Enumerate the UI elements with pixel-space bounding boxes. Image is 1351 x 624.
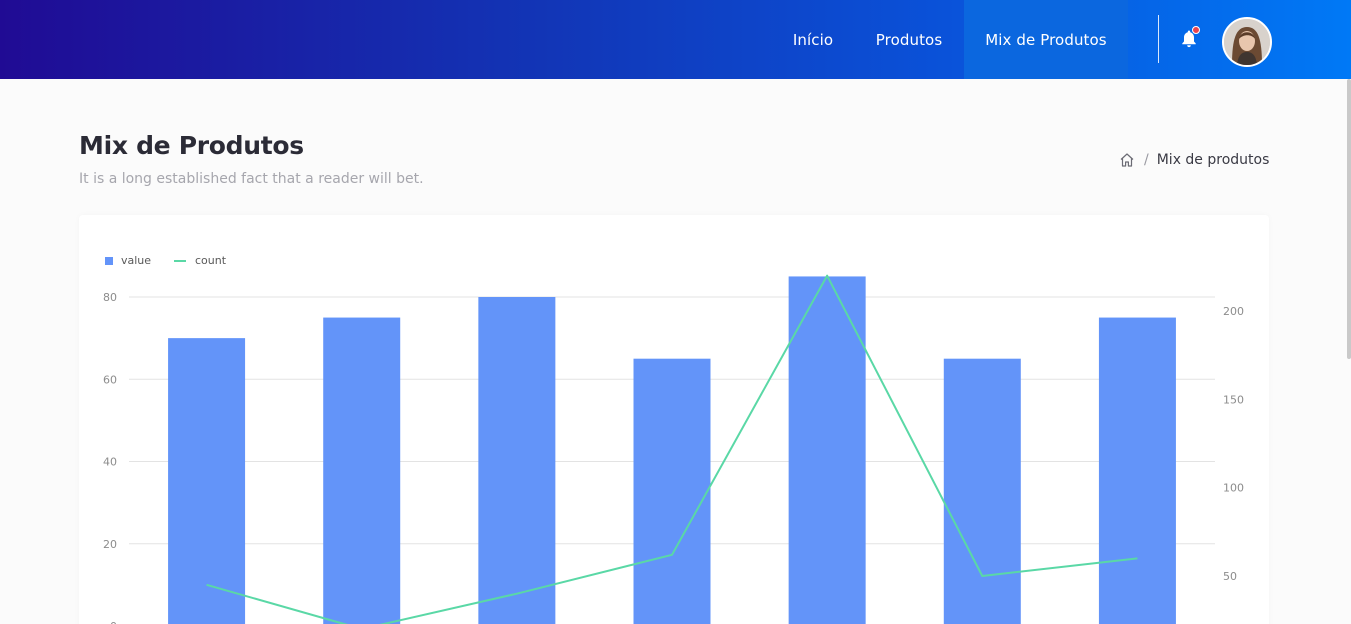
home-icon[interactable] <box>1119 152 1135 168</box>
y-left-tick-label: 40 <box>103 456 117 469</box>
breadcrumb-separator: / <box>1144 152 1149 168</box>
y-left-tick-label: 80 <box>103 291 117 304</box>
nav-item-mix-de-produtos[interactable]: Mix de Produtos <box>964 0 1128 79</box>
avatar-portrait-icon <box>1224 19 1270 65</box>
y-left-tick-label: 0 <box>110 620 117 624</box>
notification-badge <box>1192 26 1200 34</box>
y-right-tick-label: 200 <box>1223 305 1244 318</box>
legend-value-label: value <box>121 254 151 267</box>
legend-value-swatch <box>105 257 113 265</box>
bar <box>633 358 711 624</box>
chart-card: value count 0 20 40 60 80 50 100 150 200 <box>79 215 1269 624</box>
bar <box>168 338 246 624</box>
bar <box>943 358 1021 624</box>
bar <box>1098 317 1176 624</box>
y-right-tick-label: 150 <box>1223 393 1244 406</box>
nav-item-inicio[interactable]: Início <box>774 0 852 79</box>
y-left-tick-label: 20 <box>103 538 117 551</box>
breadcrumb: / Mix de produtos <box>1119 152 1269 168</box>
mixed-bar-line-chart: value count 0 20 40 60 80 50 100 150 200 <box>103 254 1244 624</box>
bar <box>323 317 401 624</box>
legend-count-label: count <box>195 254 227 267</box>
y-right-tick-label: 50 <box>1223 570 1237 583</box>
user-avatar[interactable] <box>1222 17 1272 67</box>
page-scrollbar[interactable] <box>1347 79 1351 359</box>
top-navigation-bar: Início Produtos Mix de Produtos <box>0 0 1351 79</box>
y-left-tick-label: 60 <box>103 373 117 386</box>
bar <box>478 297 556 624</box>
page-title: Mix de Produtos <box>79 131 304 160</box>
nav-item-produtos[interactable]: Produtos <box>863 0 955 79</box>
page-subtitle: It is a long established fact that a rea… <box>79 171 424 187</box>
nav-divider <box>1158 15 1159 63</box>
breadcrumb-current: Mix de produtos <box>1156 152 1270 168</box>
y-right-tick-label: 100 <box>1223 482 1244 495</box>
